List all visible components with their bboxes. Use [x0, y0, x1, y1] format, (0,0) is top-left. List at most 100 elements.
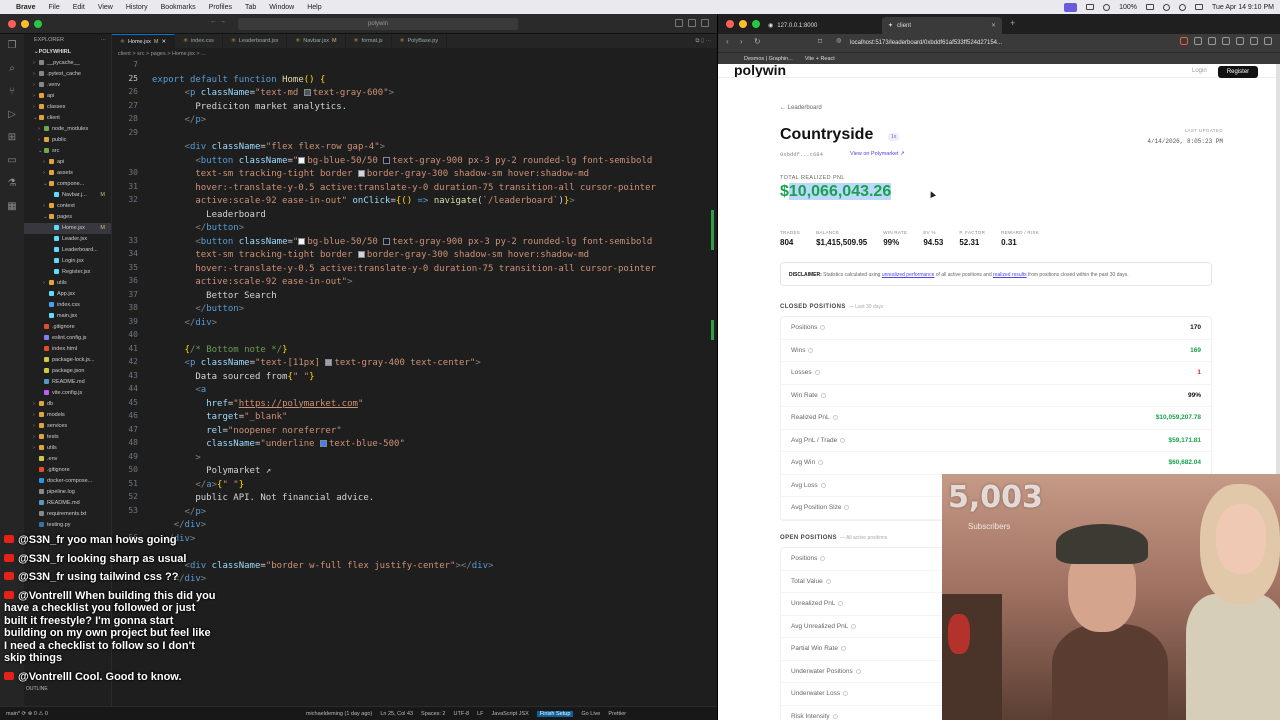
file-tree-item[interactable]: Navbar.j... M	[24, 190, 111, 201]
status-prettier[interactable]: Prettier	[608, 711, 626, 717]
file-tree-item[interactable]: Leaderboard...	[24, 245, 111, 256]
file-tree-item[interactable]: › __pycache__	[24, 58, 111, 69]
wifi-icon[interactable]	[1163, 3, 1170, 11]
status-position[interactable]: Ln 25, Col 43	[380, 711, 413, 717]
close-tab-icon[interactable]: ✕	[991, 22, 996, 29]
file-tree-item[interactable]: .gitignore	[24, 322, 111, 333]
brave-shield-icon[interactable]	[1180, 37, 1188, 45]
forward-icon[interactable]: ›	[740, 37, 743, 46]
wallet-icon[interactable]	[1250, 37, 1258, 45]
back-to-leaderboard-link[interactable]: ← Leaderboard	[780, 105, 822, 111]
docker-icon[interactable]: ▦	[7, 201, 16, 212]
register-button[interactable]: Register	[1218, 66, 1258, 78]
site-info-icon[interactable]: ◍	[836, 37, 841, 44]
file-tree-item[interactable]: Register.jsx	[24, 267, 111, 278]
page-scrollbar[interactable]	[1276, 64, 1280, 484]
file-tree-item[interactable]: App.jsx	[24, 289, 111, 300]
info-icon[interactable]	[820, 392, 826, 398]
file-tree-item[interactable]: › tests	[24, 432, 111, 443]
info-icon[interactable]	[843, 691, 849, 697]
info-icon[interactable]	[832, 415, 838, 421]
bluetooth-icon[interactable]	[1103, 3, 1111, 11]
rewards-icon[interactable]	[1194, 37, 1202, 45]
editor-tab[interactable]: ⚛ index.css	[175, 34, 223, 48]
file-tree-item[interactable]: .env	[24, 454, 111, 465]
file-tree-item[interactable]: › public	[24, 135, 111, 146]
status-golive[interactable]: Go Live	[581, 711, 600, 717]
minimap[interactable]	[677, 60, 717, 706]
file-tree-item[interactable]: index.html	[24, 344, 111, 355]
info-icon[interactable]	[844, 505, 850, 511]
back-icon[interactable]: ‹	[726, 37, 729, 46]
menu-item-window[interactable]: Window	[269, 4, 294, 11]
status-encoding[interactable]: UTF-8	[454, 711, 470, 717]
search-icon[interactable]: ⌕	[9, 63, 15, 74]
info-icon[interactable]	[832, 713, 838, 719]
info-icon[interactable]	[855, 668, 861, 674]
status-spaces[interactable]: Spaces: 2	[421, 711, 445, 717]
info-icon[interactable]	[808, 347, 814, 353]
menu-item-history[interactable]: History	[126, 4, 148, 11]
info-icon[interactable]	[825, 578, 831, 584]
info-icon[interactable]	[818, 460, 824, 466]
editor-tab[interactable]: ⚛ format.js	[346, 34, 392, 48]
menu-item-tab[interactable]: Tab	[245, 4, 256, 11]
code-content[interactable]: export default function Home() { <p clas…	[152, 60, 656, 600]
file-tree-item[interactable]: › utils	[24, 443, 111, 454]
more-actions-icon[interactable]: ···	[101, 34, 107, 46]
file-tree-item[interactable]: › .venv	[24, 80, 111, 91]
file-tree-item[interactable]: › classes	[24, 102, 111, 113]
info-icon[interactable]	[838, 601, 844, 607]
file-tree-item[interactable]: › db	[24, 399, 111, 410]
file-tree-item[interactable]: requirements.txt	[24, 509, 111, 520]
source-control-icon[interactable]: ⑂	[9, 86, 15, 97]
toggle-panel-icon[interactable]	[688, 19, 696, 27]
breadcrumb[interactable]: client > src > pages > Home.jsx > ...	[112, 48, 717, 60]
file-tree-item[interactable]: › .pytest_cache	[24, 69, 111, 80]
close-window-icon[interactable]	[726, 20, 734, 28]
editor-actions-icon[interactable]: ⧉ ▯ ···	[695, 34, 717, 48]
testing-icon[interactable]: ⚗	[8, 178, 17, 189]
file-tree-item[interactable]: main.jsx	[24, 311, 111, 322]
close-tab-icon[interactable]: ✕	[161, 35, 166, 48]
menu-item-file[interactable]: File	[48, 4, 59, 11]
control-center-icon[interactable]	[1195, 4, 1203, 10]
file-tree-item[interactable]: Leader.jsx	[24, 234, 111, 245]
url-field[interactable]: localhost:5173/leaderboard/0xbddf61af533…	[850, 37, 1060, 49]
downloads-icon[interactable]	[1222, 37, 1230, 45]
extensions-icon[interactable]: ⊞	[8, 132, 16, 143]
file-tree-item[interactable]: › models	[24, 410, 111, 421]
realized-link[interactable]: realized results	[993, 272, 1027, 278]
workspace-root[interactable]: ⌄ POLYWHIRL	[24, 46, 111, 58]
file-tree-item[interactable]: › utils	[24, 278, 111, 289]
info-icon[interactable]	[840, 646, 846, 652]
site-logo[interactable]: polywin	[734, 65, 786, 77]
extensions-icon[interactable]	[1208, 37, 1216, 45]
bookmark-icon[interactable]: ⌑	[818, 37, 822, 46]
maximize-window-icon[interactable]	[752, 20, 760, 28]
explorer-icon[interactable]: ❐	[8, 40, 17, 51]
menu-item-brave[interactable]: Brave	[16, 4, 35, 11]
file-tree-item[interactable]: ⌄ compone...	[24, 179, 111, 190]
info-icon[interactable]	[820, 556, 826, 562]
file-tree-item[interactable]: › api	[24, 91, 111, 102]
command-center[interactable]: polywin	[238, 18, 518, 30]
browser-tab-local[interactable]: ◉ 127.0.0.1:8000	[762, 17, 882, 34]
file-tree-item[interactable]: › context	[24, 201, 111, 212]
editor-tab[interactable]: ⚛ Navbar.jsx M	[287, 34, 346, 48]
file-tree-item[interactable]: vite.config.js	[24, 388, 111, 399]
wallet-address[interactable]: 0xbddf...c684	[780, 151, 823, 158]
editor-tab[interactable]: ⚛ Home.jsx M ✕	[112, 34, 176, 48]
editor-tab[interactable]: ⚛ PolyBase.py	[392, 34, 448, 48]
file-tree-item[interactable]: › node_modules	[24, 124, 111, 135]
maximize-window-icon[interactable]	[34, 19, 42, 28]
menu-item-help[interactable]: Help	[307, 4, 321, 11]
file-tree-item[interactable]: ⌄ client	[24, 113, 111, 124]
menu-item-view[interactable]: View	[98, 4, 113, 11]
reload-icon[interactable]: ↻	[754, 37, 761, 46]
battery-icon[interactable]	[1146, 4, 1154, 10]
file-tree-item[interactable]: Home.jsx M	[24, 223, 111, 234]
close-window-icon[interactable]	[8, 19, 16, 28]
remote-icon[interactable]: ▭	[7, 155, 16, 166]
info-icon[interactable]	[820, 482, 826, 488]
